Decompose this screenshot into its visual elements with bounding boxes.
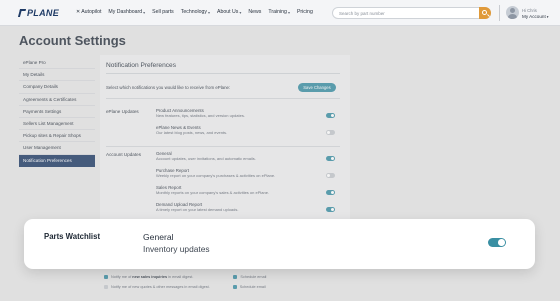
nav-item-about-us[interactable]: About Us ▾ bbox=[217, 9, 241, 15]
eplane-logo[interactable]: PLANE bbox=[17, 8, 60, 18]
parts-watchlist-card: Parts Watchlist General Inventory update… bbox=[24, 219, 535, 269]
top-navigation-bar: PLANE ✕ Autopilot My Dashboard ▾ Sell part… bbox=[0, 0, 560, 26]
chevron-down-icon: ▾ bbox=[239, 9, 242, 15]
nav-item-pricing[interactable]: Pricing bbox=[297, 9, 313, 15]
search-input[interactable]: Search by part number bbox=[332, 7, 491, 19]
main-nav: ✕ Autopilot My Dashboard ▾ Sell parts Tech… bbox=[76, 9, 313, 15]
card-group-title: Parts Watchlist bbox=[44, 232, 101, 241]
user-greeting: Hi Chris bbox=[522, 8, 537, 13]
logo-text: PLANE bbox=[27, 8, 60, 18]
card-option-desc: Inventory updates bbox=[143, 244, 210, 254]
nav-item-my-dashboard[interactable]: My Dashboard ▾ bbox=[108, 9, 145, 15]
search-icon bbox=[482, 9, 487, 15]
page-frame: PLANE ✕ Autopilot My Dashboard ▾ Sell part… bbox=[0, 0, 560, 301]
chevron-down-icon: ▾ bbox=[208, 9, 211, 15]
nav-item-sell-parts[interactable]: Sell parts bbox=[152, 9, 174, 15]
x-icon: ✕ bbox=[76, 9, 81, 15]
my-account-menu[interactable]: My Account▾ bbox=[522, 14, 549, 19]
nav-item-news[interactable]: News bbox=[248, 9, 261, 15]
nav-item-training[interactable]: Training ▾ bbox=[268, 9, 290, 15]
logo-mark-icon bbox=[17, 9, 27, 17]
avatar[interactable] bbox=[506, 6, 519, 19]
search-button[interactable] bbox=[479, 7, 491, 19]
nav-divider bbox=[499, 5, 500, 21]
search-placeholder: Search by part number bbox=[339, 11, 385, 16]
toggle-parts-watchlist-general[interactable] bbox=[488, 238, 506, 247]
nav-item-technology[interactable]: Technology ▾ bbox=[181, 9, 210, 15]
chevron-down-icon: ▾ bbox=[287, 9, 290, 15]
card-option-title: General bbox=[143, 232, 174, 242]
chevron-down-icon: ▾ bbox=[546, 15, 549, 19]
nav-item-autopilot[interactable]: ✕ Autopilot bbox=[76, 9, 101, 15]
chevron-down-icon: ▾ bbox=[143, 9, 146, 15]
